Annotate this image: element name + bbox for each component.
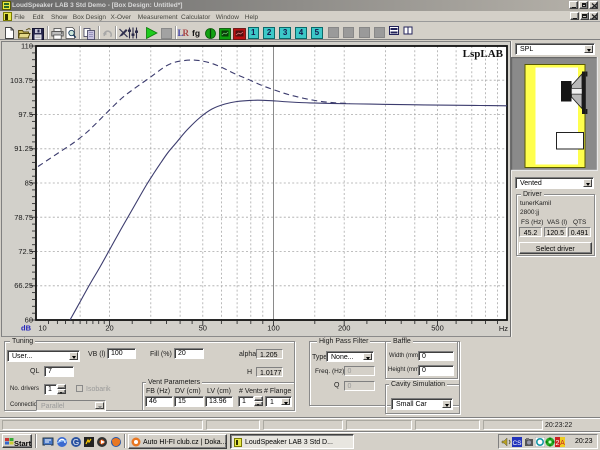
svg-text:103.75: 103.75 bbox=[10, 76, 33, 85]
svg-text:dB: dB bbox=[21, 324, 32, 333]
svg-text:72.5: 72.5 bbox=[18, 247, 33, 256]
svg-text:2: 2 bbox=[556, 440, 560, 447]
svg-text:97.5: 97.5 bbox=[18, 110, 33, 119]
svg-text:A: A bbox=[560, 440, 565, 447]
svg-text:20: 20 bbox=[105, 324, 113, 333]
svg-text:G: G bbox=[73, 438, 79, 447]
svg-text:10: 10 bbox=[38, 324, 46, 333]
svg-text:91.25: 91.25 bbox=[14, 144, 33, 153]
svg-text:110: 110 bbox=[21, 42, 33, 51]
svg-text:66.25: 66.25 bbox=[14, 281, 33, 290]
svg-text:200: 200 bbox=[338, 324, 351, 333]
svg-text:CS: CS bbox=[512, 440, 522, 447]
svg-text:500: 500 bbox=[431, 324, 444, 333]
svg-text:Hz: Hz bbox=[499, 324, 508, 333]
svg-text:85: 85 bbox=[25, 179, 33, 188]
svg-text:LspLAB: LspLAB bbox=[463, 48, 504, 60]
svg-text:100: 100 bbox=[267, 324, 280, 333]
svg-text:50: 50 bbox=[199, 324, 207, 333]
svg-text:78.75: 78.75 bbox=[14, 213, 33, 222]
